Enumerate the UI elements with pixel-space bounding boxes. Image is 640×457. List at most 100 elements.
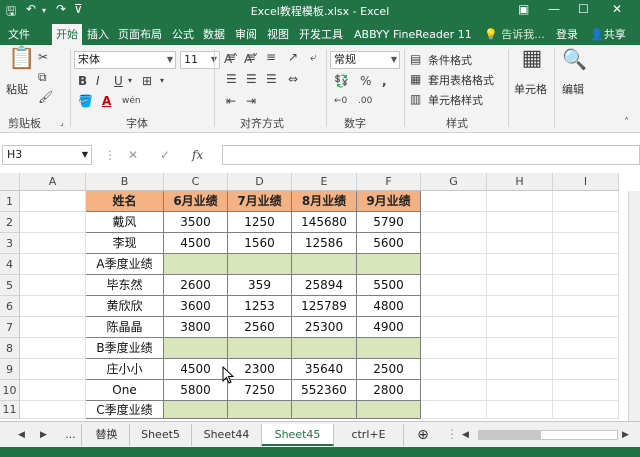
border-dropdown-icon[interactable]: ▾ — [160, 73, 164, 89]
column-header-b[interactable]: B — [86, 173, 164, 191]
sheet-tab-sheet44[interactable]: Sheet44 — [192, 424, 262, 446]
collapse-ribbon-icon[interactable]: ˄ — [624, 115, 629, 131]
column-header-i[interactable]: I — [553, 173, 619, 191]
align-bottom-icon[interactable]: ≡ — [266, 49, 276, 65]
tab-view[interactable]: 视图 — [263, 24, 293, 45]
cell-a11[interactable] — [20, 401, 86, 419]
cell-c5[interactable]: 2600 — [164, 275, 228, 296]
cell-d7[interactable]: 2560 — [228, 317, 292, 338]
tab-data[interactable]: 数据 — [199, 24, 229, 45]
row-header-9[interactable]: 9 — [0, 359, 20, 380]
conditional-format-button[interactable]: 条件格式 — [428, 52, 472, 68]
cell-d9[interactable]: 2300 — [228, 359, 292, 380]
cell-e3[interactable]: 12586 — [292, 233, 357, 254]
decrease-indent-icon[interactable]: ⇤ — [226, 93, 236, 109]
cell-h7[interactable] — [487, 317, 553, 338]
border-icon[interactable]: ⊞ — [142, 73, 152, 89]
cell-e4[interactable] — [292, 254, 357, 275]
row-header-11[interactable]: 11 — [0, 401, 20, 419]
more-options-icon[interactable]: ⋮ — [104, 147, 116, 163]
cell-d6[interactable]: 1253 — [228, 296, 292, 317]
cell-b4[interactable]: A季度业绩 — [86, 254, 164, 275]
formula-input[interactable] — [222, 145, 640, 165]
column-header-c[interactable]: C — [164, 173, 228, 191]
tab-abbyy[interactable]: ABBYY FineReader 11 — [350, 24, 476, 45]
vertical-scrollbar[interactable] — [628, 191, 640, 421]
cell-d5[interactable]: 359 — [228, 275, 292, 296]
scrollbar-thumb[interactable] — [479, 431, 541, 439]
cell-c9[interactable]: 4500 — [164, 359, 228, 380]
cell-styles-button[interactable]: 单元格样式 — [428, 92, 483, 108]
column-header-h[interactable]: H — [487, 173, 553, 191]
cell-h5[interactable] — [487, 275, 553, 296]
cell-f4[interactable] — [357, 254, 421, 275]
row-header-1[interactable]: 1 — [0, 191, 20, 212]
cell-g3[interactable] — [421, 233, 487, 254]
cell-c1[interactable]: 6月业绩 — [164, 191, 228, 212]
cell-f8[interactable] — [357, 338, 421, 359]
cell-h8[interactable] — [487, 338, 553, 359]
close-icon[interactable]: ✕ — [612, 2, 622, 16]
cell-a5[interactable] — [20, 275, 86, 296]
cell-c6[interactable]: 3600 — [164, 296, 228, 317]
sheet-overflow[interactable]: ... — [60, 424, 82, 446]
cell-g5[interactable] — [421, 275, 487, 296]
cell-g8[interactable] — [421, 338, 487, 359]
row-header-6[interactable]: 6 — [0, 296, 20, 317]
paste-button[interactable]: 粘贴 — [6, 81, 28, 97]
cell-b2[interactable]: 戴风 — [86, 212, 164, 233]
italic-button[interactable]: I — [96, 73, 100, 89]
font-name-combo[interactable]: 宋体 ▼ — [74, 51, 176, 69]
row-header-5[interactable]: 5 — [0, 275, 20, 296]
sheet-tab-ctrl-e[interactable]: ctrl+E — [334, 424, 404, 446]
cell-a4[interactable] — [20, 254, 86, 275]
percent-icon[interactable]: % — [360, 73, 371, 89]
login-link[interactable]: 登录 — [552, 24, 582, 45]
scroll-right-icon[interactable]: ▶ — [622, 427, 629, 443]
cell-g7[interactable] — [421, 317, 487, 338]
cell-c3[interactable]: 4500 — [164, 233, 228, 254]
cell-f3[interactable]: 5600 — [357, 233, 421, 254]
cell-e11[interactable] — [292, 401, 357, 419]
font-color-icon[interactable]: A — [102, 93, 111, 109]
next-sheet-icon[interactable]: ▶ — [40, 427, 47, 443]
column-header-e[interactable]: E — [292, 173, 357, 191]
cell-d2[interactable]: 1250 — [228, 212, 292, 233]
cell-a8[interactable] — [20, 338, 86, 359]
cell-b3[interactable]: 李现 — [86, 233, 164, 254]
minimize-icon[interactable]: — — [548, 2, 560, 16]
cell-h10[interactable] — [487, 380, 553, 401]
cell-h2[interactable] — [487, 212, 553, 233]
clipboard-launcher-icon[interactable]: ⌟ — [60, 115, 64, 131]
cell-g11[interactable] — [421, 401, 487, 419]
row-header-3[interactable]: 3 — [0, 233, 20, 254]
name-box[interactable]: H3 ▼ — [2, 145, 92, 165]
comma-style-icon[interactable]: , — [382, 73, 387, 89]
conditional-format-icon[interactable]: ▤ — [410, 51, 421, 67]
cell-h3[interactable] — [487, 233, 553, 254]
tab-home[interactable]: 开始 — [52, 24, 82, 45]
cell-g4[interactable] — [421, 254, 487, 275]
currency-icon[interactable]: 💱 — [334, 73, 349, 89]
column-header-f[interactable]: F — [357, 173, 421, 191]
merge-center-icon[interactable]: ⇔ — [288, 71, 298, 87]
align-left-icon[interactable]: ☰ — [226, 71, 237, 87]
cell-e7[interactable]: 25300 — [292, 317, 357, 338]
editing-button[interactable]: 编辑 — [562, 81, 584, 97]
cell-d4[interactable] — [228, 254, 292, 275]
scroll-left-icon[interactable]: ◀ — [462, 427, 469, 443]
cell-g2[interactable] — [421, 212, 487, 233]
enter-icon[interactable]: ✓ — [160, 147, 170, 163]
column-header-g[interactable]: G — [421, 173, 487, 191]
cell-b11[interactable]: C季度业绩 — [86, 401, 164, 419]
cell-g9[interactable] — [421, 359, 487, 380]
cell-e2[interactable]: 145680 — [292, 212, 357, 233]
cell-c11[interactable] — [164, 401, 228, 419]
tab-file[interactable]: 文件 — [4, 24, 34, 45]
cells-icon[interactable]: ▦ — [520, 48, 544, 70]
cell-a7[interactable] — [20, 317, 86, 338]
cell-b1[interactable]: 姓名 — [86, 191, 164, 212]
tab-page-layout[interactable]: 页面布局 — [114, 24, 166, 45]
select-all-corner[interactable] — [0, 173, 20, 191]
add-sheet-button[interactable]: ⊕ — [406, 424, 440, 446]
